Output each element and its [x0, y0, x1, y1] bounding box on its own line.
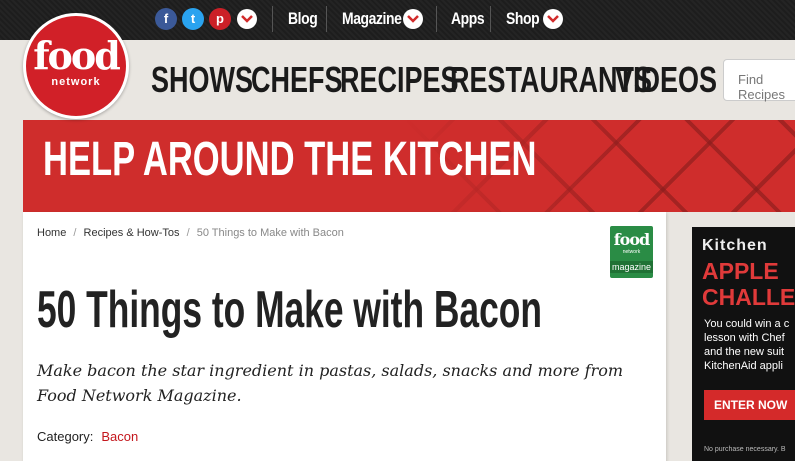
ad-fine-print: No purchase necessary. B: [704, 446, 786, 453]
nav-chefs[interactable]: CHEFS: [251, 60, 343, 100]
magazine-link[interactable]: Magazine: [342, 9, 402, 29]
food-network-magazine-badge[interactable]: food network magazine: [610, 226, 653, 278]
article-card: Home / Recipes & How-Tos / 50 Things to …: [23, 212, 666, 461]
breadcrumb-separator: /: [186, 227, 190, 239]
divider: [490, 6, 491, 32]
breadcrumb: Home / Recipes & How-Tos / 50 Things to …: [37, 227, 344, 239]
badge-food-text: food: [613, 230, 650, 249]
section-title: HELP AROUND THE KITCHEN: [43, 133, 537, 186]
ad-copy-line: You could win a c: [704, 318, 790, 330]
section-banner: HELP AROUND THE KITCHEN: [23, 120, 795, 212]
apps-link[interactable]: Apps: [451, 9, 485, 29]
magazine-chevron-icon[interactable]: [403, 9, 423, 29]
utility-bar: f t p Blog Magazine Apps Shop: [0, 0, 795, 40]
logo-network-text: network: [51, 76, 101, 88]
more-social-chevron-icon[interactable]: [237, 9, 257, 29]
kitchen-apple-challenge-ad[interactable]: Kitchen APPLE CHALLE You could win a c l…: [692, 227, 795, 461]
ad-line-kitchen: Kitchen: [702, 237, 768, 254]
article-description: Make bacon the star ingredient in pastas…: [37, 361, 624, 405]
category-link[interactable]: Bacon: [101, 429, 138, 444]
article-category: Category: Bacon: [37, 429, 138, 444]
blog-link[interactable]: Blog: [288, 9, 318, 29]
ad-copy-line: and the new suit: [704, 346, 785, 358]
breadcrumb-recipes-how-tos[interactable]: Recipes & How-Tos: [84, 227, 180, 239]
nav-recipes[interactable]: RECIPES: [340, 60, 459, 100]
breadcrumb-separator: /: [73, 227, 77, 239]
breadcrumb-current: 50 Things to Make with Bacon: [196, 227, 344, 239]
ad-line-challenge: CHALLE: [702, 284, 795, 310]
nav-shows[interactable]: SHOWS: [151, 60, 253, 100]
enter-now-button[interactable]: ENTER NOW: [704, 390, 795, 420]
ad-copy: You could win a c lesson with Chef and t…: [704, 317, 789, 373]
divider: [272, 6, 273, 32]
twitter-icon[interactable]: t: [182, 8, 204, 30]
shop-chevron-icon[interactable]: [543, 9, 563, 29]
ad-line-apple: APPLE: [702, 258, 779, 284]
food-network-logo[interactable]: food network: [23, 13, 129, 119]
breadcrumb-home[interactable]: Home: [37, 227, 66, 239]
search-input[interactable]: Find Recipes: [723, 59, 795, 102]
pinterest-icon[interactable]: p: [209, 8, 231, 30]
category-label: Category:: [37, 429, 94, 444]
ad-copy-line: KitchenAid appli: [704, 360, 783, 372]
ad-copy-line: lesson with Chef: [704, 332, 785, 344]
badge-network-text: network: [622, 249, 641, 255]
divider: [436, 6, 437, 32]
logo-wordmark: food: [33, 33, 121, 78]
divider: [326, 6, 327, 32]
facebook-icon[interactable]: f: [155, 8, 177, 30]
article-title: 50 Things to Make with Bacon: [37, 281, 542, 339]
nav-videos[interactable]: VIDEOS: [615, 60, 717, 100]
shop-link[interactable]: Shop: [506, 9, 540, 29]
badge-magazine-text: magazine: [610, 261, 653, 273]
